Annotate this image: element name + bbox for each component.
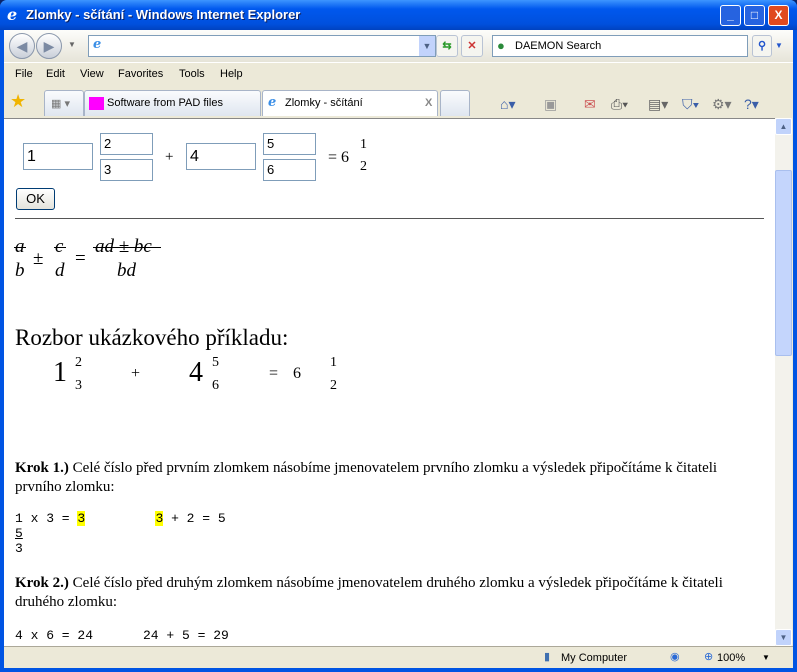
step-1-text: Krok 1.) Celé číslo před prvním zlomkem …: [15, 460, 718, 495]
tab-label: Zlomky - sčítání: [285, 97, 363, 109]
address-dropdown-icon[interactable]: ▼: [419, 36, 435, 56]
menu-file[interactable]: File: [15, 68, 33, 80]
page-icon[interactable]: ▤▾: [648, 96, 668, 113]
maximize-button[interactable]: □: [744, 5, 765, 26]
menu-favorites[interactable]: Favorites: [118, 68, 163, 80]
example-whole2: 4: [189, 357, 203, 388]
formula-pm: ±: [33, 248, 44, 269]
scroll-down-icon[interactable]: ▼: [775, 629, 792, 646]
page-favicon-icon: [89, 97, 104, 110]
refresh-button[interactable]: ⇆: [436, 35, 458, 57]
protected-mode-icon[interactable]: ◉: [670, 650, 680, 663]
formula-b: b: [15, 260, 25, 281]
example-num3: 1: [330, 355, 337, 370]
vertical-scrollbar[interactable]: ▲ ▼: [775, 118, 792, 646]
safety-shield-icon[interactable]: ⛉▾: [682, 96, 699, 113]
home-icon[interactable]: ⌂▾: [500, 96, 515, 113]
num2-input[interactable]: 5: [263, 133, 316, 155]
menu-edit[interactable]: Edit: [46, 68, 65, 80]
example-eq: =: [269, 365, 279, 382]
ie-logo-icon: e: [7, 5, 18, 24]
result-whole: = 6: [328, 149, 350, 166]
example-plus: +: [131, 365, 141, 382]
stop-button[interactable]: ✕: [461, 35, 483, 57]
tab-label: Software from PAD files: [107, 97, 223, 109]
scroll-thumb[interactable]: [775, 170, 792, 356]
zoom-icon: ⊕: [704, 651, 714, 663]
mail-icon[interactable]: ✉: [584, 96, 596, 113]
tab-software-from-pad[interactable]: Software from PAD files: [84, 90, 261, 116]
address-bar[interactable]: e ▼: [88, 35, 436, 57]
formula-denominator: bd: [117, 260, 136, 281]
window-title: Zlomky - sčítání - Windows Internet Expl…: [26, 7, 301, 22]
menu-bar: File Edit View Favorites Tools Help: [4, 62, 793, 86]
zoom-dropdown-icon[interactable]: ▼: [762, 653, 770, 662]
quick-tabs-button[interactable]: ▦ ▾: [44, 90, 84, 116]
example-den2: 6: [212, 378, 219, 393]
back-button[interactable]: ◀: [9, 33, 35, 59]
scroll-up-icon[interactable]: ▲: [775, 118, 792, 135]
menu-view[interactable]: View: [80, 68, 104, 80]
history-dropdown-icon[interactable]: ▼: [68, 40, 76, 49]
tab-zlomky[interactable]: e Zlomky - sčítání X: [262, 90, 438, 116]
example-whole1: 1: [53, 357, 67, 388]
ok-button[interactable]: OK: [16, 188, 55, 210]
example-heading: Rozbor ukázkového příkladu:: [15, 325, 289, 350]
feeds-icon[interactable]: ▣: [544, 96, 557, 113]
new-tab-button[interactable]: [440, 90, 470, 116]
minimize-button[interactable]: _: [720, 5, 741, 26]
search-button[interactable]: ⚲: [752, 35, 772, 57]
result-denominator: 2: [360, 159, 367, 174]
close-button[interactable]: X: [768, 5, 789, 26]
step-label: Krok 1.): [15, 460, 69, 476]
browser-window: e Zlomky - sčítání - Windows Internet Ex…: [0, 0, 797, 672]
step-1-frac-num: 5: [15, 526, 23, 541]
zoom-level[interactable]: 100%: [717, 652, 745, 664]
step-2-calc-a: 4 x 6 = 24: [15, 628, 94, 643]
example-num2: 5: [212, 355, 219, 370]
computer-icon: ▮: [544, 651, 551, 663]
den2-input[interactable]: 6: [263, 159, 316, 181]
example-whole3: 6: [293, 365, 301, 382]
title-bar: e Zlomky - sčítání - Windows Internet Ex…: [0, 0, 797, 30]
globe-icon: ●: [497, 38, 505, 53]
result-numerator: 1: [360, 137, 367, 152]
page-icon: e: [93, 37, 102, 52]
tools-gear-icon[interactable]: ⚙▾: [712, 96, 732, 113]
navigation-bar: ◀ ▶ ▼ e ▼ ⇆ ✕ ● DAEMON Search ⚲ ▼: [4, 30, 793, 62]
menu-help[interactable]: Help: [220, 68, 243, 80]
search-options-icon[interactable]: ▼: [775, 41, 783, 50]
forward-button[interactable]: ▶: [36, 33, 62, 59]
plus-sign: +: [165, 149, 174, 165]
step-2-text: Krok 2.) Celé číslo před druhým zlomkem …: [15, 575, 723, 610]
tab-close-button[interactable]: X: [425, 97, 432, 109]
whole2-input[interactable]: 4: [186, 143, 256, 170]
num1-input[interactable]: 2: [100, 133, 153, 155]
example-den1: 3: [75, 378, 82, 393]
example-num1: 2: [75, 355, 82, 370]
favorites-star-icon[interactable]: ★: [10, 91, 26, 112]
whole1-input[interactable]: 1: [23, 143, 93, 170]
search-input[interactable]: ● DAEMON Search: [492, 35, 748, 57]
step-label: Krok 2.): [15, 575, 69, 591]
example-den3: 2: [330, 378, 337, 393]
ie-tab-icon: e: [268, 95, 277, 110]
step-2-calc-b: 24 + 5 = 29: [143, 628, 229, 643]
tab-bar: ★ ▦ ▾ Software from PAD files e Zlomky -…: [4, 86, 793, 118]
den1-input[interactable]: 3: [100, 159, 153, 181]
formula-eq: =: [75, 248, 86, 269]
print-icon[interactable]: ⎙▾: [611, 96, 628, 113]
search-placeholder: DAEMON Search: [515, 40, 602, 52]
divider: [15, 218, 764, 219]
menu-tools[interactable]: Tools: [179, 68, 205, 80]
security-zone: My Computer: [561, 652, 628, 664]
step-1-frac-den: 3: [15, 541, 23, 556]
formula-d: d: [55, 260, 65, 281]
step-1-calc: 1 x 3 = 3 3 + 2 = 5: [15, 511, 226, 526]
page-content: 1 2 3 + 4 5 6 = 6 1 2 OK a b ± c d = ad …: [4, 118, 775, 646]
help-icon[interactable]: ?▾: [744, 96, 759, 113]
status-bar: ▮ My Computer ◉ ⊕ 100% ▼: [4, 646, 793, 668]
